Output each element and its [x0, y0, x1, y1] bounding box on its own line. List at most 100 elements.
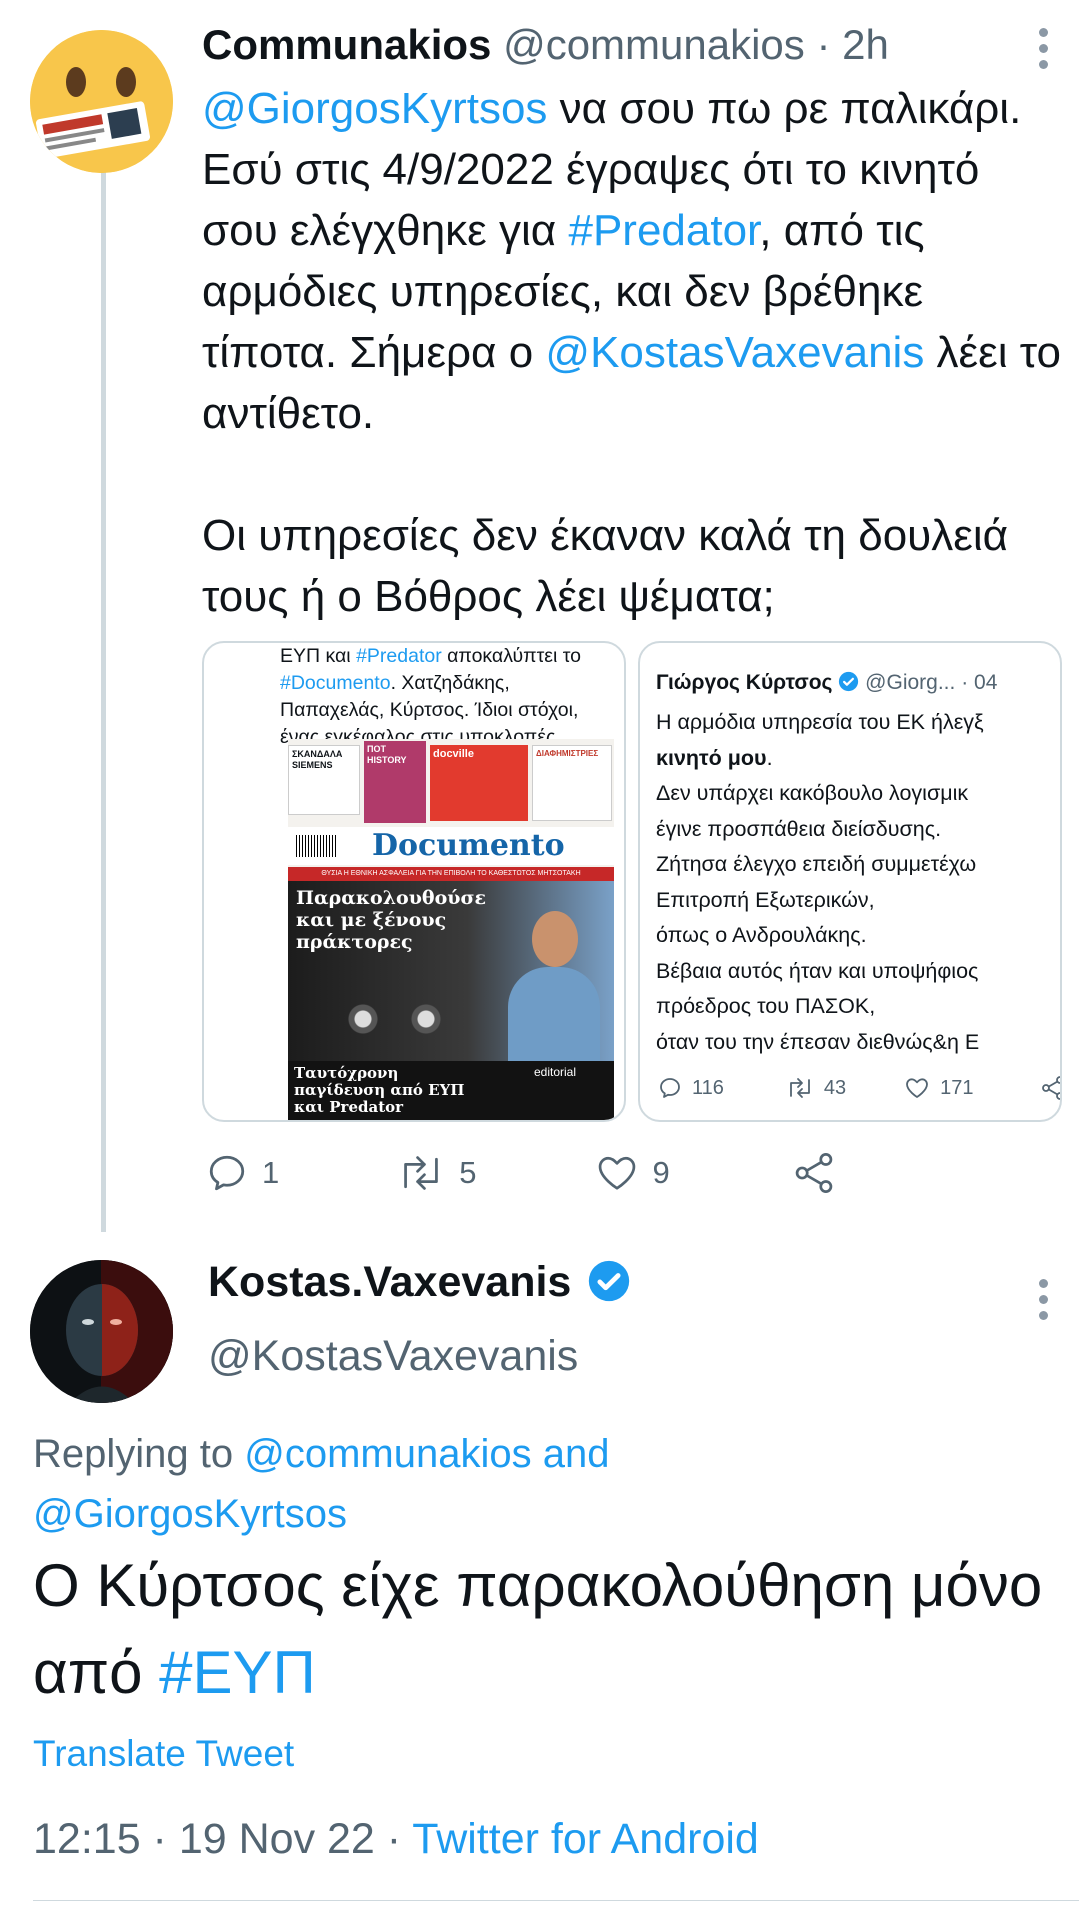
- hashtag-link[interactable]: #Predator: [356, 645, 442, 667]
- author-name-row: Kostas.Vaxevanis: [208, 1258, 631, 1307]
- verified-badge-icon: [589, 1260, 630, 1302]
- quoted-text-segment: ΕΥΠ και: [280, 645, 357, 667]
- divider: [33, 1900, 1079, 1901]
- quoted-line: έγινε προσπάθεια διείσδυσης.: [656, 816, 942, 841]
- cover-editorial-label: editorial: [534, 1065, 577, 1079]
- cover-bottom: Ταυτόχρονη παγίδευση από ΕΥΠ και Predato…: [288, 1061, 614, 1120]
- cover-insert: ΣΚΑΝΔΑΛΑ SIEMENS: [288, 745, 360, 815]
- tweet-text-paragraph: Οι υπηρεσίες δεν έκαναν καλά τη δουλειά …: [202, 511, 1009, 621]
- like-count: 9: [652, 1155, 670, 1190]
- quoted-line: Η αρμόδια υπηρεσία του ΕΚ ήλεγξ: [656, 710, 984, 734]
- like-count: 171: [940, 1076, 974, 1099]
- cover-strip: ΘΥΣΙΑ Η ΕΘΝΙΚΗ ΑΣΦΑΛΕΙΑ ΓΙΑ ΤΗΝ ΕΠΙΒΟΛΗ …: [288, 867, 614, 881]
- retweet-count: 43: [823, 1076, 847, 1099]
- quoted-tweet-text: ΕΥΠ και #Predator αποκαλύπτει το #Docume…: [280, 643, 610, 751]
- reply-icon: [660, 1078, 680, 1098]
- quoted-tweet-actions: 116 43 171: [658, 1075, 1060, 1101]
- quoted-text-segment: αποκαλύπτει το: [441, 645, 582, 667]
- reply-count: 116: [692, 1076, 724, 1099]
- hashtag-link[interactable]: #Predator: [568, 206, 759, 255]
- cover-subheadline: Ταυτόχρονη παγίδευση από ΕΥΠ και Predato…: [294, 1064, 465, 1116]
- cover-insert-text: docville: [433, 748, 474, 760]
- author-display-name[interactable]: Kostas.Vaxevanis: [208, 1258, 571, 1306]
- tweet-date[interactable]: 19 Nov 22: [179, 1815, 375, 1863]
- hashtag-link[interactable]: #ΕΥΠ: [159, 1639, 316, 1706]
- more-options-icon[interactable]: [1036, 28, 1050, 69]
- mention-link[interactable]: @KostasVaxevanis: [545, 328, 924, 377]
- quoted-line: όταν του την έπεσαν διεθνώς&η Ε: [656, 1029, 980, 1054]
- tweet-actions: 1 5 9: [206, 1151, 836, 1195]
- cover-insert: docville: [430, 745, 528, 821]
- verified-badge-icon: [839, 671, 859, 692]
- cover-insert-text: ΠΟΤ ΗISTORY: [367, 744, 407, 765]
- cover-strip-text: ΘΥΣΙΑ Η ΕΘΝΙΚΗ ΑΣΦΑΛΕΙΑ ΓΙΑ ΤΗΝ ΕΠΙΒΟΛΗ …: [321, 870, 581, 877]
- quoted-line-bold: κινητό μου: [656, 745, 767, 770]
- reply-count: 1: [262, 1155, 280, 1190]
- retweet-icon: [789, 1078, 810, 1098]
- heart-icon: [906, 1078, 929, 1098]
- meta-separator: ·: [140, 1815, 179, 1863]
- portrait-avatar-icon: [30, 1260, 173, 1403]
- quoted-like-button[interactable]: 171: [904, 1076, 974, 1100]
- tweet-text: @GiorgosKyrtsos να σου πω ρε παλικάρι. Ε…: [202, 78, 1062, 627]
- cover-insert: ΠΟΤ ΗISTORY: [364, 741, 426, 823]
- retweet-count: 5: [459, 1155, 477, 1190]
- quoted-line: Βέβαια αυτός ήταν και υποψήφιος: [656, 958, 979, 983]
- quoted-author-handle[interactable]: @Giorg...: [865, 671, 955, 694]
- tweet-time[interactable]: 2h: [842, 21, 889, 68]
- portrait-graphic: [504, 911, 604, 1061]
- quoted-tweet-header: Γιώργος Κύρτσος @Giorg... · 04: [656, 671, 997, 695]
- quoted-line-end: .: [766, 745, 773, 770]
- more-options-icon[interactable]: [1036, 1279, 1050, 1320]
- tweet-source-link[interactable]: Twitter for Android: [412, 1815, 759, 1863]
- mention-link[interactable]: @GiorgosKyrtsos: [202, 84, 547, 133]
- author-display-name[interactable]: Communakios: [202, 21, 491, 68]
- replying-mention[interactable]: @GiorgosKyrtsos: [33, 1492, 347, 1536]
- retweet-icon: [404, 1156, 439, 1190]
- quoted-share-button[interactable]: [1040, 1075, 1060, 1101]
- quoted-tweet-text: Η αρμόδια υπηρεσία του ΕΚ ήλεγξ κινητό μ…: [656, 705, 1056, 1060]
- author-handle[interactable]: @KostasVaxevanis: [208, 1332, 578, 1381]
- tweet-header: Communakios @communakios · 2h: [202, 18, 889, 72]
- quoted-retweet-button[interactable]: 43: [786, 1076, 846, 1100]
- quoted-author-name[interactable]: Γιώργος Κύρτσος: [656, 671, 832, 694]
- eyes-graphic: [318, 999, 468, 1039]
- tweet-time[interactable]: 12:15: [33, 1815, 141, 1863]
- quoted-line: Επιτροπή Εξωτερικών,: [656, 887, 875, 912]
- meta-separator: ·: [374, 1815, 413, 1863]
- translate-tweet-link[interactable]: Translate Tweet: [33, 1733, 294, 1775]
- quoted-line: Δεν υπάρχει κακόβουλο λογισμικ: [656, 781, 969, 805]
- quoted-tweet-date: · 04: [961, 671, 998, 694]
- cover-insert-text: ΣΚΑΝΔΑΛΑ SIEMENS: [292, 749, 343, 770]
- cover-insert-text: ΔΙΑΦΗΜΙΣΤΡΙΕΣ: [536, 749, 599, 758]
- reply-icon: [209, 1155, 245, 1191]
- replying-to: Replying to @communakios and @GiorgosKyr…: [33, 1424, 1033, 1544]
- cover-headline: Παρακολουθούσε και με ξένους πράκτορες: [296, 887, 486, 953]
- reply-button[interactable]: 1: [206, 1152, 279, 1194]
- newspaper-cover-image[interactable]: ΣΚΑΝΔΑΛΑ SIEMENS ΠΟΤ ΗISTORY docville ΔΙ…: [288, 739, 614, 1120]
- tweet-meta: 12:15 · 19 Nov 22 · Twitter for Android: [33, 1815, 759, 1864]
- avatar[interactable]: [30, 1260, 173, 1403]
- replying-and[interactable]: and: [532, 1432, 610, 1476]
- quoted-tweet-left[interactable]: ΕΥΠ και #Predator αποκαλύπτει το #Docume…: [202, 641, 626, 1122]
- barcode: [296, 835, 336, 857]
- author-handle[interactable]: @communakios: [503, 21, 805, 68]
- avatar[interactable]: [30, 30, 173, 173]
- replying-mention[interactable]: @communakios: [244, 1432, 531, 1476]
- heart-icon: [598, 1156, 635, 1190]
- share-icon: [1041, 1076, 1060, 1100]
- tweet-text: Ο Κύρτσος είχε παρακολούθηση μόνο από #Ε…: [33, 1542, 1063, 1716]
- share-button[interactable]: [792, 1151, 836, 1195]
- like-button[interactable]: 9: [595, 1152, 670, 1194]
- quoted-reply-button[interactable]: 116: [658, 1076, 724, 1100]
- hashtag-link[interactable]: #Documento: [280, 672, 391, 694]
- emoji-face-avatar-icon: [30, 30, 173, 173]
- quoted-line: όπως ο Ανδρουλάκης.: [656, 923, 867, 947]
- share-icon: [795, 1153, 833, 1193]
- cover-main-photo: Παρακολουθούσε και με ξένους πράκτορες: [288, 881, 614, 1061]
- quoted-line: πρόεδρος του ΠΑΣΟΚ,: [656, 994, 876, 1018]
- quoted-tweet-right[interactable]: Γιώργος Κύρτσος @Giorg... · 04 Η αρμόδια…: [638, 641, 1062, 1122]
- retweet-button[interactable]: 5: [397, 1152, 477, 1194]
- quoted-line: Ζήτησα έλεγχο επειδή συμμετέχω: [656, 852, 977, 876]
- masthead-title: Documento: [372, 828, 565, 863]
